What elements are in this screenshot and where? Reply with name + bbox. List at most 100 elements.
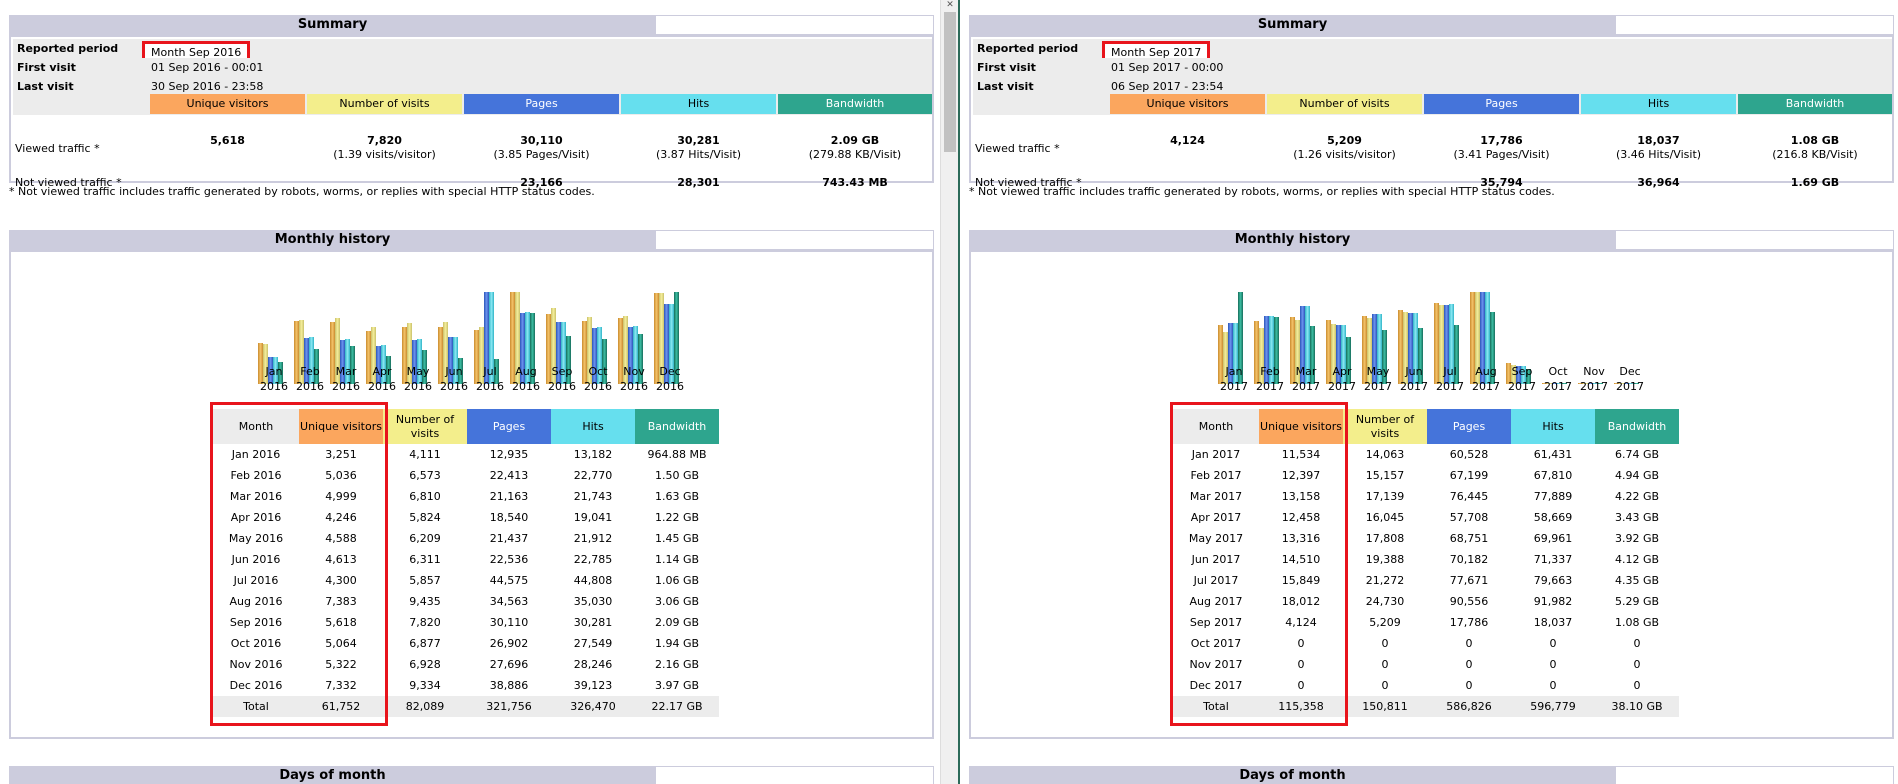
cell-pages: 76,445 xyxy=(1449,490,1489,503)
chart-x-label-year: 2016 xyxy=(512,380,540,393)
chart-x-label-month: Sep xyxy=(551,365,573,378)
reported-period-label: Reported period xyxy=(17,42,119,55)
cell-hits: 58,669 xyxy=(1533,511,1573,524)
chart-x-label-year: 2016 xyxy=(548,380,576,393)
cell-bandwidth: 4.35 GB xyxy=(1614,574,1660,587)
days-of-month-section: Days of month xyxy=(969,766,1894,784)
chart-x-label: Jan 2016 xyxy=(256,364,292,394)
cell-pages: 22,413 xyxy=(489,469,529,482)
viewed-pages: 17,786 xyxy=(1480,134,1523,147)
chart-x-label-month: Feb xyxy=(300,365,320,378)
cell-hits: 30,281 xyxy=(573,616,613,629)
cell-visits: 6,877 xyxy=(409,637,441,650)
cell-pages: 21,437 xyxy=(489,532,529,545)
cell-hits: 91,982 xyxy=(1533,595,1573,608)
cell-bandwidth: 3.97 GB xyxy=(654,679,700,692)
chart-x-label-year: 2016 xyxy=(440,380,468,393)
chart-x-label-year: 2017 xyxy=(1256,380,1284,393)
viewed-pages-sub: (3.41 Pages/Visit) xyxy=(1453,148,1550,161)
col-hits: Hits xyxy=(621,94,776,114)
cell-visits: 17,808 xyxy=(1365,532,1405,545)
viewed-visits-sub: (1.26 visits/visitor) xyxy=(1293,148,1396,161)
chart-x-label: May 2017 xyxy=(1360,364,1396,394)
vertical-scrollbar[interactable]: ✕ xyxy=(940,0,959,784)
cell-visits: 6,810 xyxy=(409,490,441,503)
chart-x-label-month: Jan xyxy=(265,365,283,378)
cell-hits: 22,785 xyxy=(573,553,613,566)
chart-x-label-month: Jan xyxy=(1225,365,1243,378)
cell-pages: 0 xyxy=(1465,658,1473,671)
cell-bandwidth: 1.22 GB xyxy=(654,511,700,524)
reported-period-label: Reported period xyxy=(977,42,1079,55)
cell-pages: 0 xyxy=(1465,679,1473,692)
cell-pages: 17,786 xyxy=(1449,616,1489,629)
cell-pages: 77,671 xyxy=(1449,574,1489,587)
chart-x-label: Jul 2016 xyxy=(472,364,508,394)
scrollbar-thumb[interactable] xyxy=(944,12,956,152)
cell-hits: 0 xyxy=(1549,637,1557,650)
cell-pages: 27,696 xyxy=(489,658,529,671)
cell-bandwidth: 38.10 GB xyxy=(1595,696,1679,717)
cell-visits: 82,089 xyxy=(383,696,467,717)
chart-x-label-month: Feb xyxy=(1260,365,1280,378)
monthly-history-section: Monthly history Jan 2017 Feb 2017 Mar 2017 Apr… xyxy=(969,230,1894,739)
chart-x-label-month: Aug xyxy=(1475,365,1497,378)
summary-title: Summary xyxy=(969,15,1616,35)
chart-x-label: Aug 2016 xyxy=(508,364,544,394)
chart-x-label-year: 2016 xyxy=(404,380,432,393)
first-visit-label: First visit xyxy=(17,61,76,74)
monthly-history-section: Monthly history Jan 2016 Feb 2016 Mar 2016 Apr… xyxy=(9,230,934,739)
chart-x-label: Jun 2017 xyxy=(1396,364,1432,394)
chart-x-label-year: 2017 xyxy=(1328,380,1356,393)
unique-visitors-highlight xyxy=(210,402,388,726)
traffic-footnote: * Not viewed traffic includes traffic ge… xyxy=(9,185,595,198)
cell-hits: 35,030 xyxy=(573,595,613,608)
cell-bandwidth: 1.08 GB xyxy=(1614,616,1660,629)
summary-section: Summary Reported period Month Sep 2017 F… xyxy=(969,15,1894,189)
cell-pages: 34,563 xyxy=(489,595,529,608)
chart-x-label-year: 2016 xyxy=(260,380,288,393)
chart-x-label-year: 2017 xyxy=(1544,380,1572,393)
cell-pages: 90,556 xyxy=(1449,595,1489,608)
chart-x-label: Oct 2017 xyxy=(1540,364,1576,394)
cell-pages: 70,182 xyxy=(1449,553,1489,566)
chart-x-label-month: Mar xyxy=(1295,365,1317,378)
cell-hits: 67,810 xyxy=(1533,469,1573,482)
cell-bandwidth: 1.50 GB xyxy=(654,469,700,482)
chart-x-label-month: Jul xyxy=(483,365,497,378)
first-visit-value: 01 Sep 2017 - 00:00 xyxy=(1111,61,1224,74)
summary-section: Summary Reported period Month Sep 2016 F… xyxy=(9,15,934,189)
cell-hits: 61,431 xyxy=(1533,448,1573,461)
chart-x-label: Mar 2017 xyxy=(1288,364,1324,394)
chart-x-label-year: 2016 xyxy=(368,380,396,393)
chart-x-label: Nov 2016 xyxy=(616,364,652,394)
cell-visits: 6,209 xyxy=(409,532,441,545)
viewed-visits-sub: (1.39 visits/visitor) xyxy=(333,148,436,161)
cell-hits: 18,037 xyxy=(1533,616,1573,629)
chart-x-label-year: 2016 xyxy=(476,380,504,393)
chart-x-label-year: 2017 xyxy=(1292,380,1320,393)
cell-bandwidth: 0 xyxy=(1633,679,1641,692)
chart-x-label-month: Jun xyxy=(445,365,463,378)
col-unique-visitors: Unique visitors xyxy=(150,94,305,114)
cell-pages: 30,110 xyxy=(489,616,529,629)
cell-bandwidth: 4.12 GB xyxy=(1614,553,1660,566)
not-viewed-bandwidth: 743.43 MB xyxy=(822,176,888,189)
cell-visits: 9,334 xyxy=(409,679,441,692)
cell-bandwidth: 2.09 GB xyxy=(654,616,700,629)
chart-x-label: Nov 2017 xyxy=(1576,364,1612,394)
chart-x-label-month: Mar xyxy=(335,365,357,378)
cell-visits: 14,063 xyxy=(1365,448,1405,461)
cell-visits: 0 xyxy=(1381,637,1389,650)
cell-pages: 12,935 xyxy=(489,448,529,461)
cell-hits: 79,663 xyxy=(1533,574,1573,587)
col-bandwidth: Bandwidth xyxy=(778,94,932,114)
cell-bandwidth: 1.94 GB xyxy=(654,637,700,650)
cell-visits: 6,928 xyxy=(409,658,441,671)
chart-x-label-year: 2017 xyxy=(1580,380,1608,393)
viewed-bandwidth: 2.09 GB xyxy=(830,134,880,147)
days-of-month-section: Days of month xyxy=(9,766,934,784)
cell-visits: 16,045 xyxy=(1365,511,1405,524)
scroll-up-arrow-icon[interactable]: ✕ xyxy=(941,0,959,10)
cell-visits: 9,435 xyxy=(409,595,441,608)
